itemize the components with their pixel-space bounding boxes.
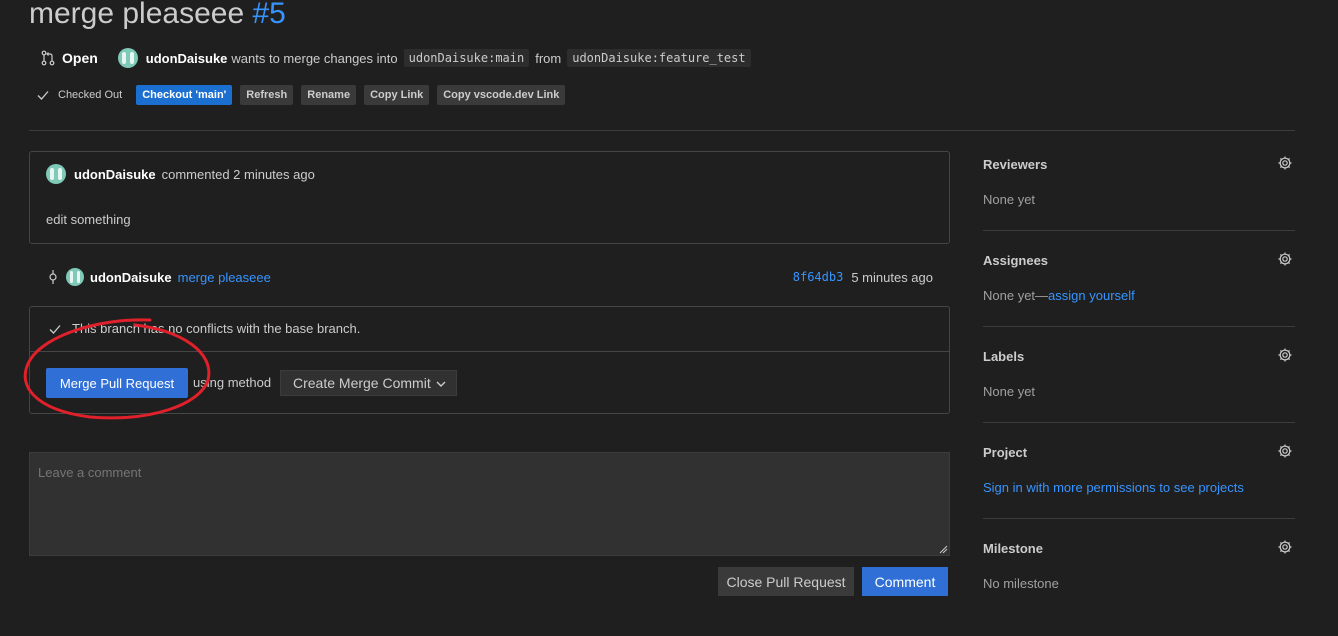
avatar [66, 268, 84, 286]
state-label: Open [62, 50, 98, 66]
resize-grip-icon[interactable] [938, 544, 948, 554]
close-pull-request-button[interactable]: Close Pull Request [718, 567, 854, 596]
labels-title: Labels [983, 349, 1025, 364]
reviewers-title: Reviewers [983, 157, 1048, 172]
merge-panel: This branch has no conflicts with the ba… [29, 306, 950, 414]
commit-author[interactable]: udonDaisuke [90, 270, 172, 285]
merge-status: This branch has no conflicts with the ba… [48, 321, 360, 336]
comment-meta: commented 2 minutes ago [161, 166, 315, 182]
project-title: Project [983, 445, 1028, 460]
checked-out-label: Checked Out [58, 89, 123, 101]
commit-row: udonDaisuke merge pleaseee 8f64db3 5 min… [46, 266, 933, 288]
milestone-section: Milestone No milestone [983, 539, 1295, 591]
sidebar-divider [983, 230, 1295, 231]
pr-title-text: merge pleaseee [29, 0, 245, 30]
comment-author[interactable]: udonDaisuke [74, 167, 156, 182]
comment-header: udonDaisuke commented 2 minutes ago [46, 164, 315, 184]
project-section: Project Sign in with more permissions to… [983, 443, 1295, 495]
labels-value: None yet [983, 384, 1036, 399]
sidebar-divider [983, 422, 1295, 423]
pr-title: merge pleaseee #5 [29, 0, 286, 38]
gear-icon[interactable] [1277, 443, 1293, 459]
refresh-button[interactable]: Refresh [240, 85, 294, 105]
header-divider [29, 130, 1295, 131]
from-text: from [535, 50, 562, 66]
checked-out-indicator: Checked Out [36, 88, 122, 102]
gear-icon[interactable] [1277, 155, 1293, 171]
comment-card: udonDaisuke commented 2 minutes ago edit… [29, 151, 950, 244]
merge-description: wants to merge changes into [231, 50, 398, 66]
labels-section: Labels None yet [983, 347, 1295, 399]
copy-vscode-link-button[interactable]: Copy vscode.dev Link [437, 85, 566, 105]
git-commit-icon [49, 270, 57, 284]
project-value: Sign in with more permissions to see pro… [983, 480, 1295, 495]
merge-method-select[interactable]: Create Merge Commit [280, 370, 457, 396]
comment-textarea[interactable] [29, 452, 950, 556]
rename-button[interactable]: Rename [301, 85, 357, 105]
pr-actions-row: Checked Out Checkout 'main' Refresh Rena… [36, 84, 573, 106]
pr-number: #5 [252, 0, 286, 30]
merge-status-text: This branch has no conflicts with the ba… [72, 321, 361, 336]
commit-message-link[interactable]: merge pleaseee [178, 270, 271, 285]
commit-sha-link[interactable]: 8f64db3 [793, 270, 844, 284]
commit-time: 5 minutes ago [851, 269, 933, 285]
head-branch: udonDaisuke:feature_test [567, 49, 751, 67]
avatar [46, 164, 66, 184]
using-method-label: using method [193, 375, 272, 390]
milestone-value: No milestone [983, 576, 1059, 591]
pr-status-row: Open udonDaisuke wants to merge changes … [40, 47, 757, 69]
comment-body: edit something [46, 212, 131, 227]
assignees-section: Assignees None yet—assign yourself [983, 251, 1295, 303]
gear-icon[interactable] [1277, 347, 1293, 363]
milestone-title: Milestone [983, 541, 1043, 556]
merge-pull-request-button[interactable]: Merge Pull Request [46, 368, 188, 398]
state-badge: Open [40, 50, 98, 66]
base-branch: udonDaisuke:main [403, 49, 530, 67]
avatar [117, 48, 138, 68]
check-icon [37, 91, 49, 100]
checkout-main-button[interactable]: Checkout 'main' [136, 85, 233, 105]
comment-button[interactable]: Comment [862, 567, 948, 596]
commit-meta: 8f64db3 5 minutes ago [793, 270, 933, 285]
chevron-down-icon [436, 381, 446, 387]
gear-icon[interactable] [1277, 539, 1293, 555]
gear-icon[interactable] [1277, 251, 1293, 267]
reviewers-value: None yet [983, 192, 1036, 207]
assignees-value: None yet—assign yourself [983, 288, 1295, 303]
author-link[interactable]: udonDaisuke [146, 51, 228, 66]
merge-method-value: Create Merge Commit [293, 375, 431, 391]
copy-link-button[interactable]: Copy Link [364, 85, 430, 105]
sidebar-divider [983, 326, 1295, 327]
assignees-none: None yet— [983, 288, 1049, 303]
assign-yourself-link[interactable]: assign yourself [1048, 288, 1135, 303]
check-icon [49, 324, 61, 334]
assignees-title: Assignees [983, 253, 1049, 268]
sign-in-permissions-link[interactable]: Sign in with more permissions to see pro… [983, 480, 1244, 495]
sidebar-divider [983, 518, 1295, 519]
pull-request-icon [41, 50, 55, 66]
reviewers-section: Reviewers None yet [983, 155, 1295, 207]
merge-divider [30, 351, 949, 352]
